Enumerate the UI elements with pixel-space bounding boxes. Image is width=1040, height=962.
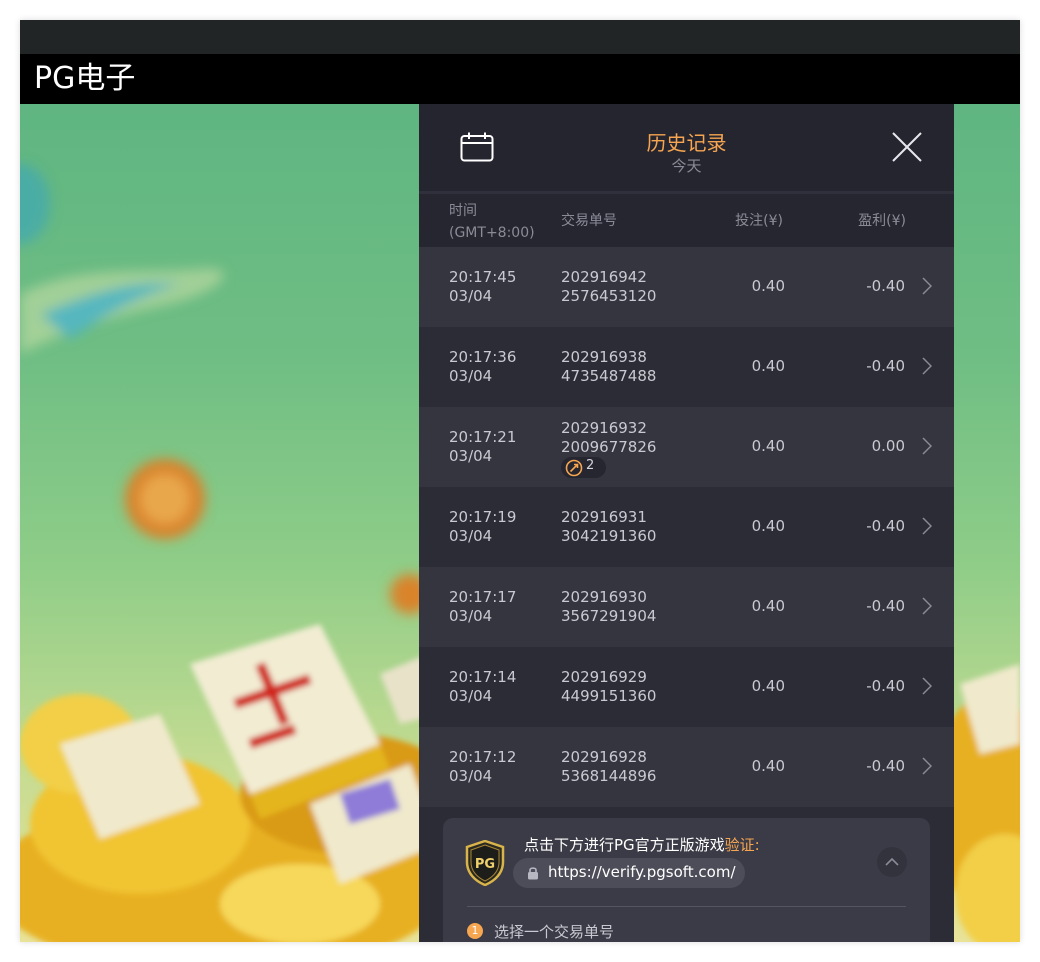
chevron-right-icon <box>922 757 932 775</box>
pg-logo-text: PG <box>475 857 495 872</box>
row-txid-part2: 2576453120 <box>561 287 657 305</box>
top-strip <box>20 20 1020 54</box>
row-bet: 0.40 <box>751 757 785 775</box>
row-time: 20:17:12 <box>449 748 517 766</box>
row-profit: -0.40 <box>866 597 905 615</box>
verify-url-text: https://verify.pgsoft.com/ <box>548 863 736 881</box>
table-row[interactable]: 20:17:12 03/04 202916928 5368144896 0.40 -… <box>419 727 954 807</box>
lock-icon <box>528 867 538 880</box>
row-profit: -0.40 <box>866 277 905 295</box>
history-header: 历史记录 今天 <box>419 104 954 194</box>
row-txid-part1: 202916928 <box>561 748 647 766</box>
row-txid-part2: 2009677826 <box>561 438 657 456</box>
step-number-badge: 1 <box>467 923 483 939</box>
row-date: 03/04 <box>449 367 493 385</box>
row-profit: 0.00 <box>871 437 905 455</box>
chevron-right-icon <box>922 277 932 295</box>
pg-shield-logo: PG <box>465 840 505 886</box>
row-time: 20:17:19 <box>449 508 517 526</box>
table-header: 时间 (GMT+8:00) 交易单号 投注(¥) 盈利(¥) <box>419 194 954 247</box>
row-profit: -0.40 <box>866 357 905 375</box>
row-bet: 0.40 <box>751 517 785 535</box>
history-date-filter[interactable]: 今天 <box>419 155 954 176</box>
row-time: 20:17:36 <box>449 348 517 366</box>
row-time: 20:17:45 <box>449 268 517 286</box>
row-profit: -0.40 <box>866 677 905 695</box>
row-date: 03/04 <box>449 287 493 305</box>
row-txid-part2: 4735487488 <box>561 367 657 385</box>
row-bet: 0.40 <box>751 357 785 375</box>
table-row[interactable]: 20:17:17 03/04 202916930 3567291904 0.40 -… <box>419 567 954 647</box>
chevron-right-icon <box>922 597 932 615</box>
table-row[interactable]: 20:17:45 03/04 202916942 2576453120 0.40 -… <box>419 247 954 327</box>
table-row[interactable]: 20:17:21 03/04 202916932 2009677826 2 0.40… <box>419 407 954 487</box>
row-date: 03/04 <box>449 687 493 705</box>
column-txid: 交易单号 <box>561 213 617 229</box>
app-window: PG电子 历史记录 今天 时间 (GMT+8:00) 交易单号 投注(¥) 盈利… <box>20 20 1020 942</box>
row-txid-part1: 202916932 <box>561 419 647 437</box>
row-bet: 0.40 <box>751 277 785 295</box>
row-bet: 0.40 <box>751 677 785 695</box>
row-time: 20:17:21 <box>449 428 517 446</box>
verify-instruction: 点击下方进行PG官方正版游戏验证: <box>524 836 760 854</box>
row-txid-part1: 202916930 <box>561 588 647 606</box>
table-row[interactable]: 20:17:19 03/04 202916931 3042191360 0.40 -… <box>419 487 954 567</box>
window-title: PG电子 <box>20 54 1020 104</box>
chevron-right-icon <box>922 517 932 535</box>
verify-url-link[interactable]: https://verify.pgsoft.com/ <box>513 858 745 888</box>
collapse-button[interactable] <box>877 847 907 877</box>
row-txid-part2: 3567291904 <box>561 607 657 625</box>
verify-card: PG 点击下方进行PG官方正版游戏验证: https://verify.pgso… <box>443 818 930 942</box>
chevron-right-icon <box>922 677 932 695</box>
row-txid-part2: 3042191360 <box>561 527 657 545</box>
table-row[interactable]: 20:17:36 03/04 202916938 4735487488 0.40 -… <box>419 327 954 407</box>
history-panel: 历史记录 今天 时间 (GMT+8:00) 交易单号 投注(¥) 盈利(¥) 2… <box>419 104 954 942</box>
card-divider <box>467 906 906 907</box>
free-spin-count: 2 <box>586 458 595 473</box>
row-time: 20:17:17 <box>449 588 517 606</box>
column-profit: 盈利(¥) <box>858 213 906 229</box>
free-spin-icon <box>565 459 583 477</box>
chevron-right-icon <box>922 437 932 455</box>
row-date: 03/04 <box>449 607 493 625</box>
row-date: 03/04 <box>449 527 493 545</box>
history-title: 历史记录 <box>646 131 727 155</box>
column-time: 时间 (GMT+8:00) <box>449 203 535 241</box>
row-date: 03/04 <box>449 767 493 785</box>
row-txid-part2: 5368144896 <box>561 767 657 785</box>
free-spin-badge: 2 <box>561 457 606 478</box>
row-date: 03/04 <box>449 447 493 465</box>
row-profit: -0.40 <box>866 757 905 775</box>
row-time: 20:17:14 <box>449 668 517 686</box>
row-bet: 0.40 <box>751 437 785 455</box>
row-txid-part1: 202916938 <box>561 348 647 366</box>
column-bet: 投注(¥) <box>735 213 783 229</box>
row-txid-part2: 4499151360 <box>561 687 657 705</box>
table-row[interactable]: 20:17:14 03/04 202916929 4499151360 0.40 -… <box>419 647 954 727</box>
row-txid-part1: 202916931 <box>561 508 647 526</box>
close-icon[interactable] <box>891 131 923 163</box>
chevron-up-icon <box>885 857 899 866</box>
row-txid-part1: 202916942 <box>561 268 647 286</box>
row-profit: -0.40 <box>866 517 905 535</box>
step-instruction: 选择一个交易单号 <box>494 923 615 941</box>
chevron-right-icon <box>922 357 932 375</box>
row-bet: 0.40 <box>751 597 785 615</box>
row-txid-part1: 202916929 <box>561 668 647 686</box>
